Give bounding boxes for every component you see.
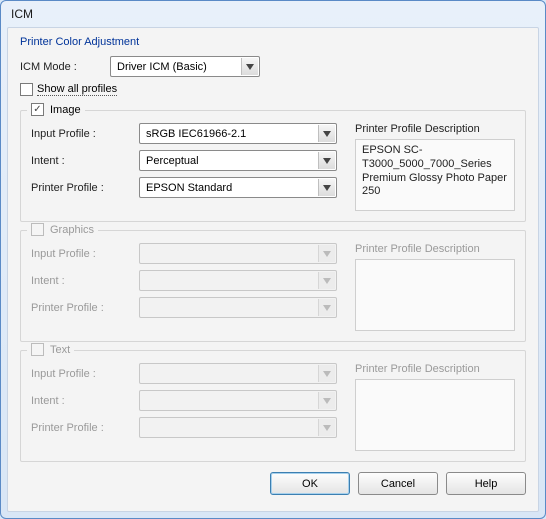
chevron-down-icon [318,419,335,436]
image-title: Image [50,104,81,116]
show-all-row: Show all profiles [20,83,526,96]
image-checkbox[interactable]: ✓ [31,103,44,116]
image-printer-profile-label: Printer Profile : [31,182,139,194]
image-desc-box: EPSON SC-T3000_5000_7000_Series Premium … [355,139,515,211]
text-intent-label: Intent : [31,395,139,407]
group-image: ✓ Image Input Profile : sRGB IEC61966-2.… [20,110,526,222]
graphics-input-profile-dropdown [139,243,337,264]
graphics-input-profile-label: Input Profile : [31,248,139,260]
image-printer-profile-dropdown[interactable]: EPSON Standard [139,177,337,198]
image-input-profile-label: Input Profile : [31,128,139,140]
image-intent-value: Perceptual [146,155,199,167]
text-desc-box [355,379,515,451]
image-desc-title: Printer Profile Description [355,123,515,135]
chevron-down-icon [318,125,335,142]
section-title: Printer Color Adjustment [20,36,526,48]
graphics-desc-box [355,259,515,331]
show-all-checkbox[interactable] [20,83,33,96]
icm-mode-value: Driver ICM (Basic) [117,61,207,73]
text-printer-profile-label: Printer Profile : [31,422,139,434]
icm-dialog: ICM Printer Color Adjustment ICM Mode : … [0,0,546,519]
icm-mode-row: ICM Mode : Driver ICM (Basic) [20,56,526,77]
ok-button[interactable]: OK [270,472,350,495]
image-printer-profile-value: EPSON Standard [146,182,232,194]
text-checkbox[interactable] [31,343,44,356]
chevron-down-icon [241,58,258,75]
image-input-profile-value: sRGB IEC61966-2.1 [146,128,246,140]
button-bar: OK Cancel Help [20,472,526,495]
cancel-button[interactable]: Cancel [358,472,438,495]
graphics-printer-profile-label: Printer Profile : [31,302,139,314]
window-title: ICM [11,7,33,21]
show-all-label[interactable]: Show all profiles [37,83,117,96]
group-graphics: Graphics Input Profile : Intent : [20,230,526,342]
graphics-intent-label: Intent : [31,275,139,287]
chevron-down-icon [318,365,335,382]
graphics-title: Graphics [50,224,94,236]
icm-mode-dropdown[interactable]: Driver ICM (Basic) [110,56,260,77]
group-text-header: Text [27,343,74,356]
graphics-checkbox[interactable] [31,223,44,236]
titlebar: ICM [1,1,545,27]
graphics-intent-dropdown [139,270,337,291]
image-intent-dropdown[interactable]: Perceptual [139,150,337,171]
text-title: Text [50,344,70,356]
graphics-desc-title: Printer Profile Description [355,243,515,255]
graphics-printer-profile-dropdown [139,297,337,318]
group-image-header: ✓ Image [27,103,85,116]
chevron-down-icon [318,245,335,262]
text-intent-dropdown [139,390,337,411]
chevron-down-icon [318,392,335,409]
image-input-profile-dropdown[interactable]: sRGB IEC61966-2.1 [139,123,337,144]
text-input-profile-dropdown [139,363,337,384]
text-desc-title: Printer Profile Description [355,363,515,375]
chevron-down-icon [318,299,335,316]
help-button[interactable]: Help [446,472,526,495]
group-graphics-header: Graphics [27,223,98,236]
chevron-down-icon [318,179,335,196]
chevron-down-icon [318,272,335,289]
icm-mode-label: ICM Mode : [20,61,110,73]
image-intent-label: Intent : [31,155,139,167]
chevron-down-icon [318,152,335,169]
client-area: Printer Color Adjustment ICM Mode : Driv… [7,27,539,512]
text-input-profile-label: Input Profile : [31,368,139,380]
group-text: Text Input Profile : Intent : [20,350,526,462]
text-printer-profile-dropdown [139,417,337,438]
